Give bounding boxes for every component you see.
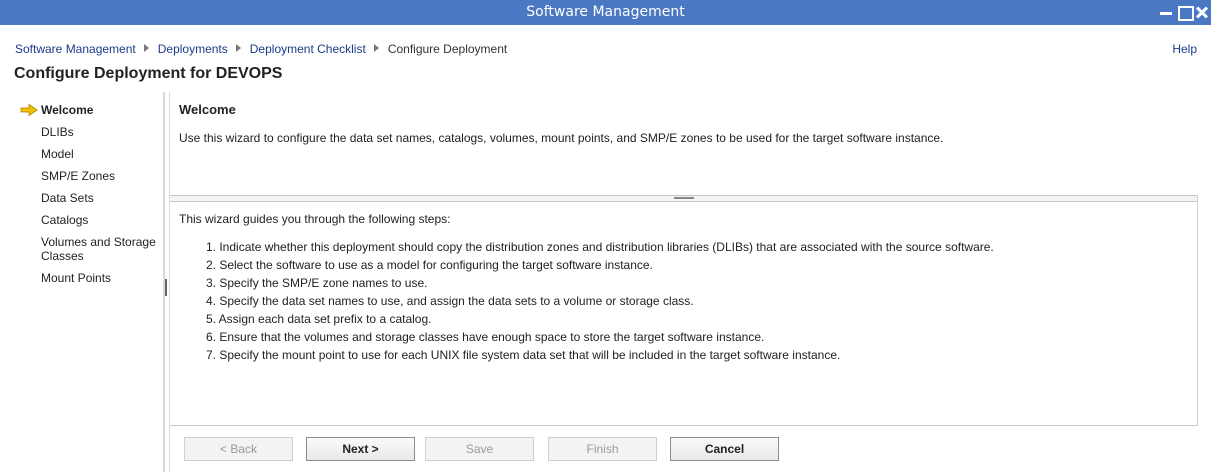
maximize-icon[interactable] (1176, 4, 1194, 21)
splitter-handle[interactable] (165, 279, 167, 296)
breadcrumb-deployments[interactable]: Deployments (158, 42, 228, 56)
nav-item-mount-points[interactable]: Mount Points (41, 271, 111, 285)
steps-intro: This wizard guides you through the follo… (179, 212, 451, 226)
help-link[interactable]: Help (1172, 42, 1197, 56)
list-item: 4. Specify the data set names to use, an… (206, 294, 694, 308)
chevron-right-icon (143, 44, 149, 52)
content-border (169, 92, 170, 472)
breadcrumb: Software Management Deployments Deployment… (15, 42, 507, 56)
nav-item-smpe-zones[interactable]: SMP/E Zones (41, 169, 115, 183)
nav-item-volumes-line1: Volumes and Storage (41, 235, 156, 249)
steps-list: 1. Indicate whether this deployment shou… (206, 240, 994, 366)
chevron-right-icon (373, 44, 379, 52)
nav-item-welcome[interactable]: Welcome (41, 103, 93, 117)
footer-divider (170, 425, 1198, 426)
content-right-border (1197, 195, 1198, 426)
nav-item-catalogs[interactable]: Catalogs (41, 213, 88, 227)
intro-text: Use this wizard to configure the data se… (179, 131, 944, 145)
nav-item-dlibs[interactable]: DLIBs (41, 125, 74, 139)
nav-item-volumes[interactable]: Volumes and Storage Classes (41, 235, 156, 263)
breadcrumb-current: Configure Deployment (387, 42, 508, 56)
minimize-icon[interactable] (1158, 4, 1174, 20)
finish-button[interactable]: Finish (548, 437, 657, 461)
nav-item-volumes-line2: Classes (41, 249, 84, 263)
page-title: Configure Deployment for DEVOPS (14, 65, 283, 82)
list-item: 1. Indicate whether this deployment shou… (206, 240, 994, 254)
chevron-right-icon (235, 44, 241, 52)
next-button[interactable]: Next > (306, 437, 415, 461)
list-item: 2. Select the software to use as a model… (206, 258, 653, 272)
nav-item-model[interactable]: Model (41, 147, 74, 161)
list-item: 6. Ensure that the volumes and storage c… (206, 330, 765, 344)
breadcrumb-deployment-checklist[interactable]: Deployment Checklist (250, 42, 366, 56)
save-button[interactable]: Save (425, 437, 534, 461)
list-item: 7. Specify the mount point to use for ea… (206, 348, 841, 362)
close-icon[interactable] (1194, 4, 1210, 20)
arrow-right-icon (20, 104, 38, 116)
nav-item-data-sets[interactable]: Data Sets (41, 191, 94, 205)
cancel-button[interactable]: Cancel (670, 437, 779, 461)
window-title: Software Management (526, 4, 685, 20)
list-item: 3. Specify the SMP/E zone names to use. (206, 276, 428, 290)
back-button[interactable]: < Back (184, 437, 293, 461)
section-title: Welcome (179, 102, 236, 117)
list-item: 5. Assign each data set prefix to a cata… (206, 312, 432, 326)
breadcrumb-software-management[interactable]: Software Management (15, 42, 136, 56)
title-bar: Software Management (0, 0, 1211, 25)
splitter-grip-icon[interactable] (674, 197, 694, 199)
